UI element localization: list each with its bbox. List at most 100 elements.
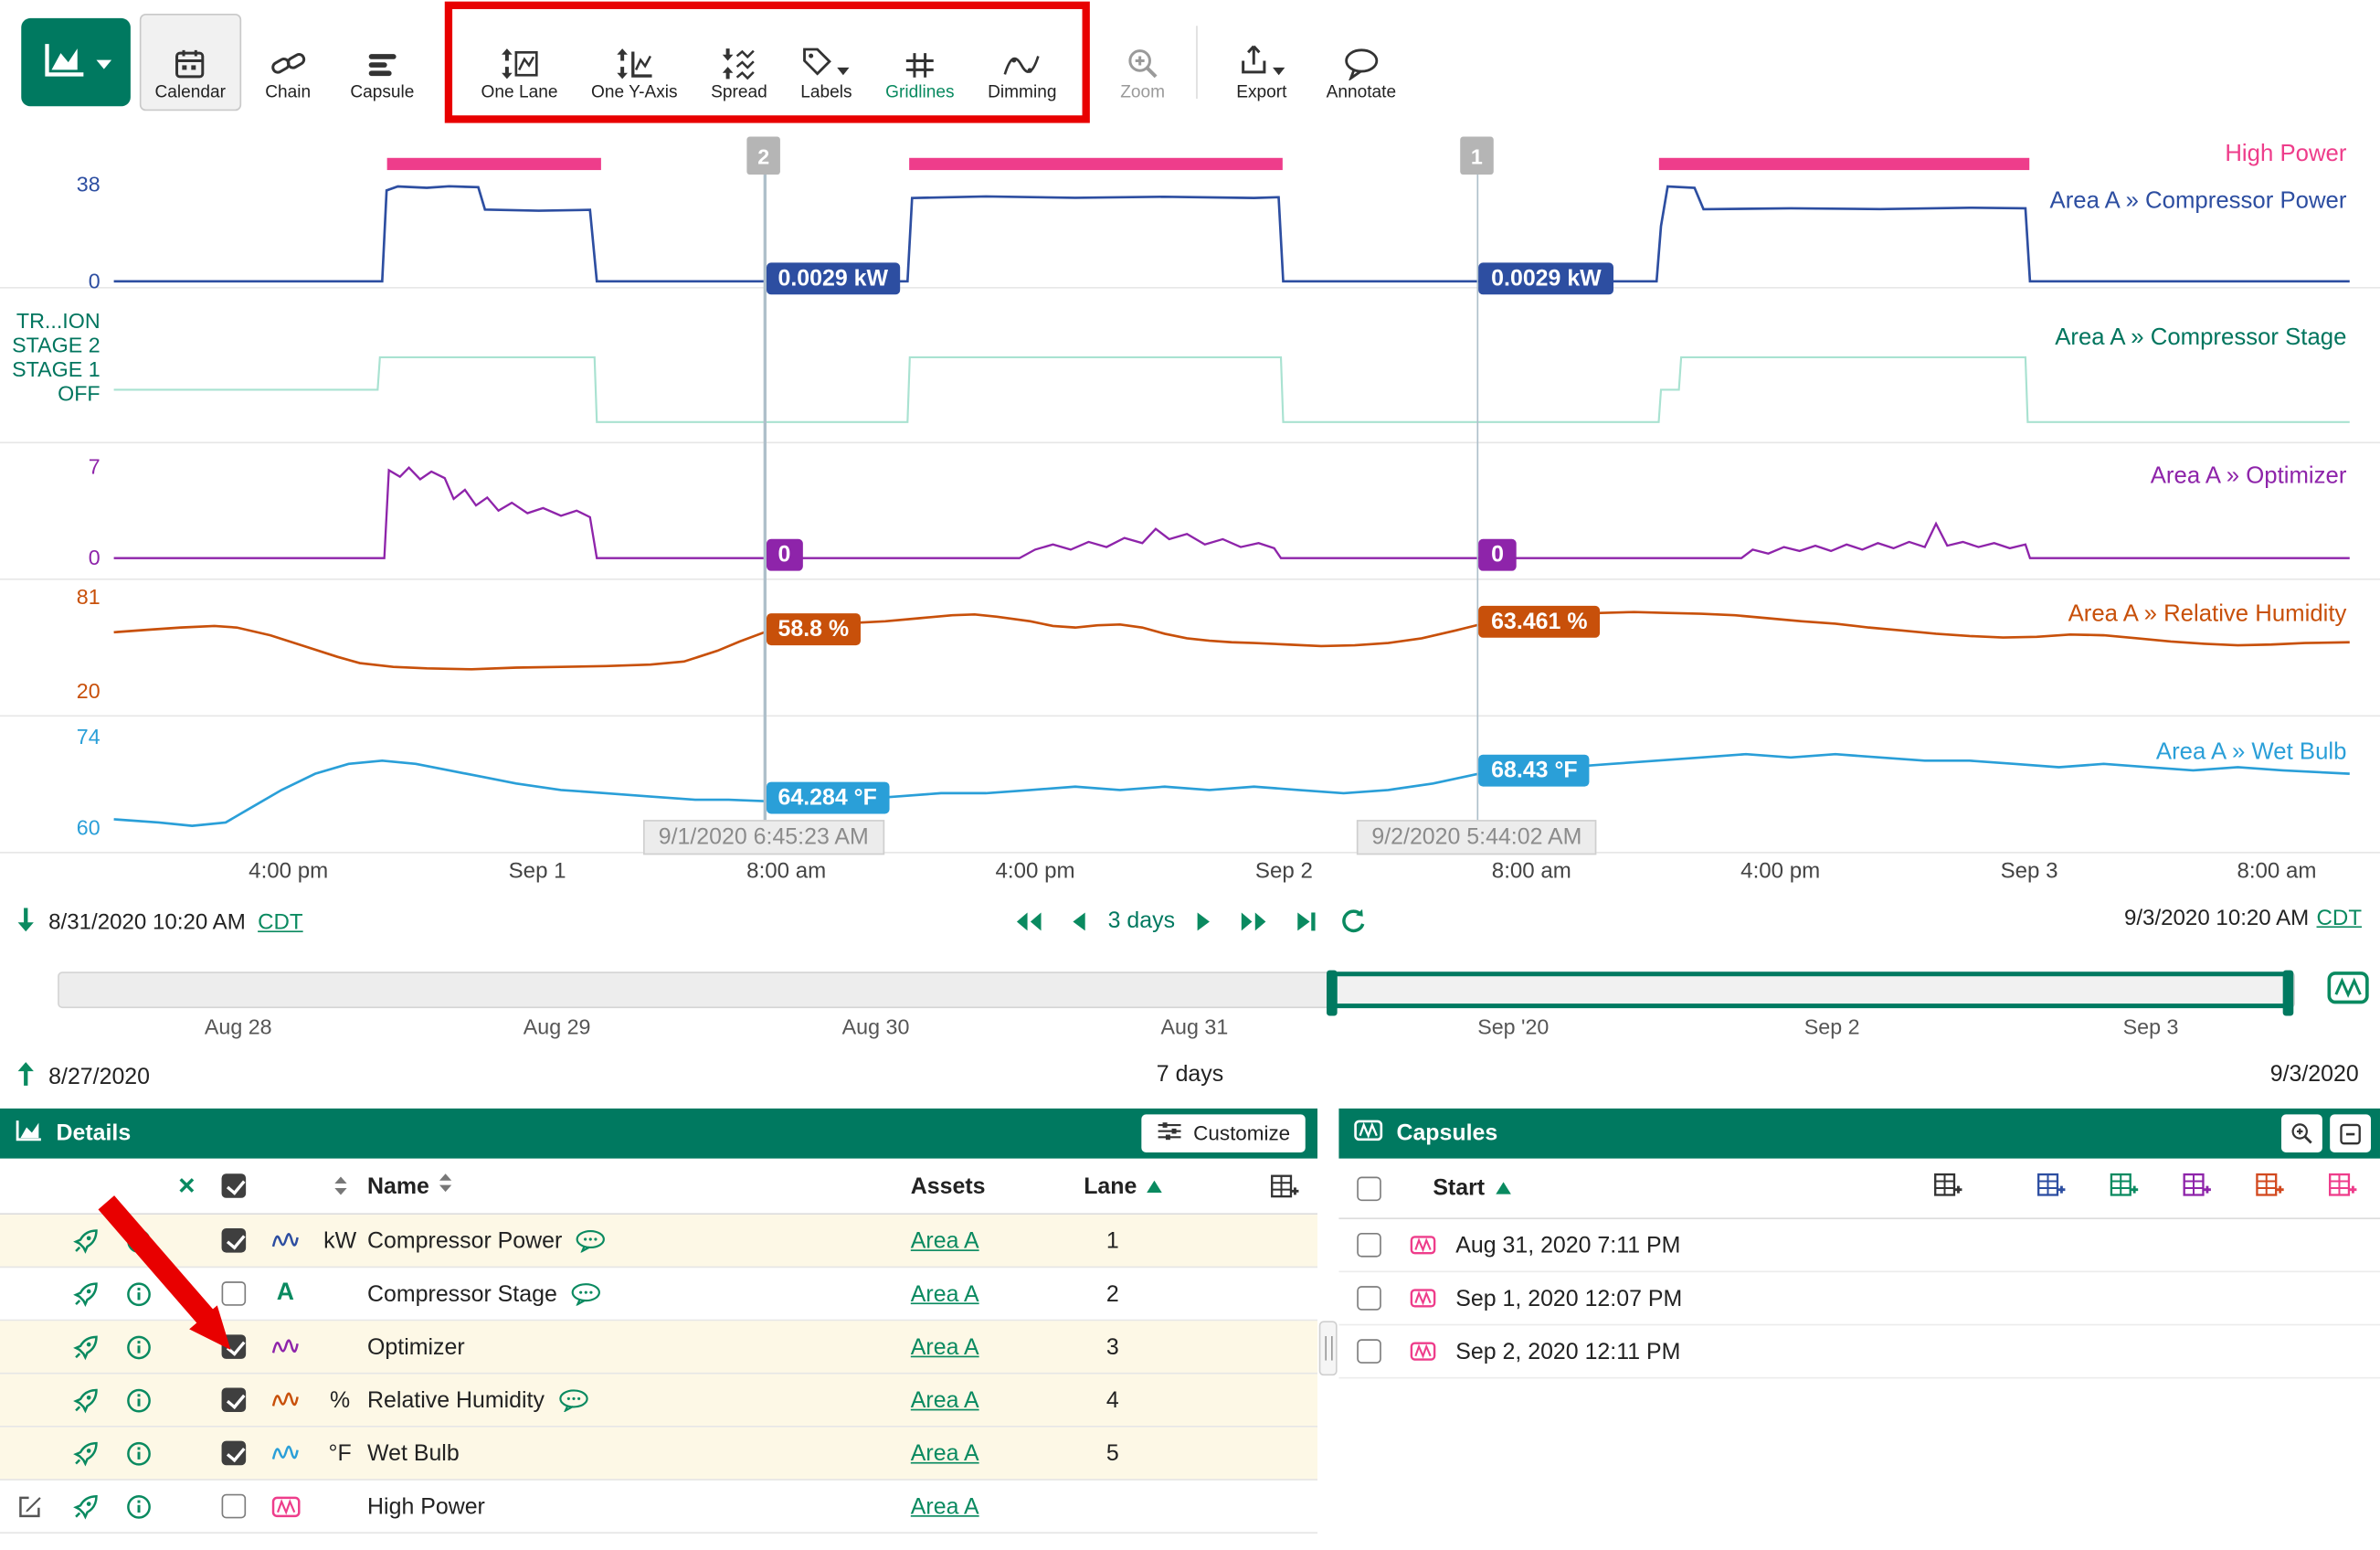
extend-investigate-arrow-icon[interactable]	[16, 1061, 37, 1093]
capsule-row-0[interactable]: Aug 31, 2020 7:11 PM	[1338, 1219, 2380, 1272]
select-all-capsules-checkbox[interactable]	[1357, 1176, 1381, 1201]
step-back-button[interactable]	[1065, 908, 1091, 935]
item-name: Wet Bulb	[367, 1440, 460, 1466]
toolbar-one-y-axis-button[interactable]: One Y-Axis	[576, 14, 693, 111]
item-checkbox[interactable]	[222, 1494, 247, 1519]
toolbar-one-lane-button[interactable]: One Lane	[466, 14, 573, 111]
annotation-bubble-icon[interactable]	[576, 1229, 606, 1252]
toolbar-labels-button[interactable]: Labels	[786, 14, 868, 111]
capsule-row-1[interactable]: Sep 1, 2020 12:07 PM	[1338, 1272, 2380, 1325]
cursor-value-wet-bulb: 68.43 °F	[1479, 754, 1590, 786]
toolbar-chain-button[interactable]: Chain	[250, 14, 326, 111]
collapse-panel-button[interactable]	[2330, 1114, 2371, 1152]
trend-rocket-icon[interactable]	[72, 1387, 98, 1413]
select-all-checkbox[interactable]	[222, 1173, 247, 1198]
toolbar-annotate-button[interactable]: Annotate	[1311, 14, 1412, 111]
asset-link[interactable]: Area A	[911, 1227, 1063, 1253]
series-label-relative-humidity[interactable]: Area A » Relative Humidity	[2068, 601, 2347, 629]
asset-link[interactable]: Area A	[911, 1333, 1063, 1359]
item-checkbox[interactable]	[222, 1441, 247, 1466]
trend-rocket-icon[interactable]	[72, 1493, 98, 1519]
item-checkbox[interactable]	[222, 1281, 247, 1306]
timebar-capsule-button[interactable]	[2325, 969, 2371, 1010]
panel-splitter[interactable]	[1317, 1109, 1338, 1550]
toolbar-zoom-button[interactable]: Zoom	[1105, 14, 1180, 111]
lane-column-header[interactable]: Lane	[1084, 1173, 1137, 1198]
info-icon[interactable]	[125, 1280, 151, 1306]
start-column-header[interactable]: Start	[1433, 1175, 1485, 1201]
series-label-compressor-power[interactable]: Area A » Compressor Power	[2050, 188, 2347, 216]
sort-icon[interactable]	[439, 1173, 452, 1200]
info-icon[interactable]	[125, 1387, 151, 1413]
toolbar-capsule-button[interactable]: Capsule	[335, 14, 429, 111]
extend-start-arrow-icon[interactable]	[16, 907, 37, 939]
annotation-bubble-icon[interactable]	[571, 1282, 601, 1305]
info-icon[interactable]	[125, 1227, 151, 1253]
one-y-axis-icon	[615, 43, 654, 80]
toolbar-gridlines-button[interactable]: Gridlines	[871, 14, 970, 111]
duration-label[interactable]: 3 days	[1108, 908, 1175, 933]
item-checkbox[interactable]	[222, 1228, 247, 1253]
investigate-timebar[interactable]	[58, 971, 2295, 1008]
asset-link[interactable]: Area A	[911, 1493, 1063, 1519]
timebar-selection[interactable]	[1332, 971, 2290, 1008]
info-icon[interactable]	[125, 1333, 151, 1359]
capsule-checkbox[interactable]	[1357, 1339, 1381, 1364]
details-row-optimizer[interactable]: OptimizerArea A3	[0, 1321, 1317, 1374]
workbench-logo-button[interactable]	[21, 18, 131, 106]
capsule-checkbox[interactable]	[1357, 1286, 1381, 1311]
details-row-compressor-power[interactable]: kWCompressor PowerArea A1	[0, 1215, 1317, 1268]
capsule-checkbox[interactable]	[1357, 1233, 1381, 1258]
asset-link[interactable]: Area A	[911, 1387, 1063, 1413]
assets-column-header[interactable]: Assets	[911, 1173, 1063, 1198]
details-row-wet-bulb[interactable]: °FWet BulbArea A5	[0, 1428, 1317, 1481]
trend-rocket-icon[interactable]	[72, 1227, 98, 1253]
details-row-high-power[interactable]: High PowerArea A	[0, 1481, 1317, 1534]
series-label-optimizer[interactable]: Area A » Optimizer	[2151, 463, 2347, 491]
asset-link[interactable]: Area A	[911, 1440, 1063, 1466]
journal-edit-icon[interactable]	[16, 1493, 41, 1519]
add-stat-column-icon[interactable]	[2037, 1173, 2067, 1198]
cursor-2[interactable]	[1476, 137, 1478, 854]
trend-rocket-icon[interactable]	[72, 1280, 98, 1306]
toolbar-spread-button[interactable]: Spread	[695, 14, 782, 111]
item-checkbox[interactable]	[222, 1387, 247, 1412]
step-back-fast-button[interactable]	[1010, 908, 1049, 935]
add-stat-column-icon[interactable]	[2256, 1173, 2285, 1198]
item-checkbox[interactable]	[222, 1334, 247, 1359]
add-stat-column-icon[interactable]	[2329, 1173, 2358, 1198]
timezone-link[interactable]: CDT	[258, 910, 303, 935]
customize-button[interactable]: Customize	[1142, 1114, 1306, 1152]
series-label-wet-bulb[interactable]: Area A » Wet Bulb	[2156, 739, 2347, 767]
info-icon[interactable]	[125, 1493, 151, 1519]
toolbar-export-button[interactable]: Export	[1222, 14, 1302, 111]
details-row-compressor-stage[interactable]: ACompressor StageArea A2	[0, 1268, 1317, 1321]
sort-column-icon[interactable]	[312, 1175, 367, 1196]
toolbar-calendar-button[interactable]: Calendar	[140, 14, 241, 111]
add-stat-column-icon[interactable]	[2110, 1173, 2139, 1198]
capsule-row-2[interactable]: Sep 2, 2020 12:11 PM	[1338, 1325, 2380, 1378]
remove-all-icon[interactable]: ×	[178, 1172, 195, 1201]
details-row-relative-humidity[interactable]: %Relative HumidityArea A4	[0, 1375, 1317, 1428]
annotation-bubble-icon[interactable]	[558, 1388, 588, 1411]
trend-chart[interactable]: 380Area A » Compressor PowerTR...IONSTAG…	[0, 133, 2380, 853]
cursor-1[interactable]	[764, 137, 766, 854]
zoom-to-capsule-button[interactable]	[2281, 1114, 2322, 1152]
auto-update-button[interactable]	[1338, 907, 1371, 936]
series-label-compressor-stage[interactable]: Area A » Compressor Stage	[2055, 325, 2346, 353]
timezone-link[interactable]: CDT	[2317, 907, 2363, 931]
toolbar-dimming-button[interactable]: Dimming	[972, 14, 1072, 111]
step-to-end-button[interactable]	[1290, 908, 1320, 935]
asset-link[interactable]: Area A	[911, 1280, 1063, 1306]
add-column-icon[interactable]	[1163, 1173, 1317, 1198]
info-icon[interactable]	[125, 1440, 151, 1466]
trend-rocket-icon[interactable]	[72, 1333, 98, 1359]
add-stat-column-icon[interactable]	[2183, 1173, 2212, 1198]
series-label-high-power[interactable]: High Power	[2225, 142, 2346, 169]
step-forward-fast-button[interactable]	[1234, 908, 1274, 935]
step-forward-button[interactable]	[1191, 908, 1217, 935]
trend-rocket-icon[interactable]	[72, 1440, 98, 1466]
splitter-handle-icon[interactable]	[1319, 1321, 1338, 1375]
add-column-icon[interactable]	[1934, 1173, 1963, 1205]
name-column-header[interactable]: Name	[367, 1173, 429, 1198]
